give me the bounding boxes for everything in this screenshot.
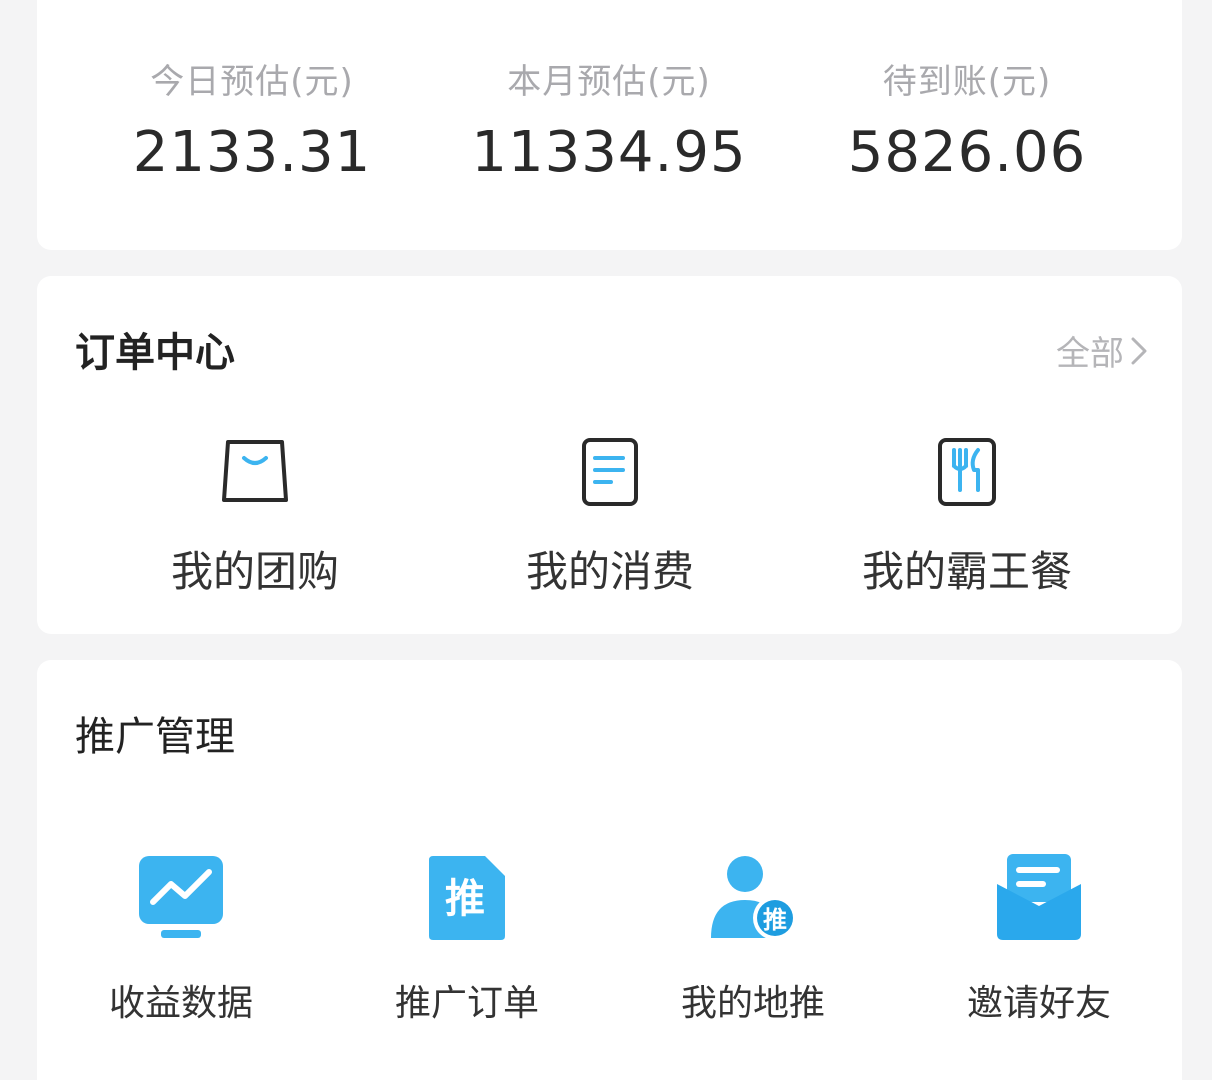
order-item-label: 我的团购 bbox=[170, 547, 339, 596]
invite-card-icon bbox=[997, 854, 1081, 940]
order-item-consumption[interactable]: 我的消费 bbox=[460, 436, 760, 596]
earnings-card: 今日预估(元) 2133.31 本月预估(元) 11334.95 待到账(元) … bbox=[37, 0, 1182, 250]
utensils-icon bbox=[938, 438, 996, 506]
promo-item-label: 邀请好友 bbox=[966, 983, 1111, 1024]
promo-item-label: 推广订单 bbox=[394, 983, 539, 1024]
promo-item-earnings-data[interactable]: 收益数据 bbox=[61, 850, 301, 1030]
order-item-label: 我的消费 bbox=[525, 547, 694, 596]
promo-item-label: 收益数据 bbox=[108, 983, 253, 1024]
receipt-icon bbox=[582, 438, 638, 506]
svg-text:推: 推 bbox=[763, 906, 787, 934]
svg-text:推: 推 bbox=[445, 876, 485, 922]
stat-label: 今日预估(元) bbox=[150, 62, 354, 102]
promo-item-invite-friends[interactable]: 邀请好友 bbox=[919, 850, 1159, 1030]
view-all-orders-link[interactable]: 全部 bbox=[1056, 326, 1148, 375]
promo-item-label: 我的地推 bbox=[680, 983, 825, 1024]
promotion-title: 推广管理 bbox=[75, 714, 235, 760]
stat-value: 5826.06 bbox=[847, 120, 1087, 185]
trend-chart-icon bbox=[139, 856, 223, 938]
order-center-title: 订单中心 bbox=[75, 330, 235, 376]
stat-value: 2133.31 bbox=[132, 120, 372, 185]
stat-label: 待到账(元) bbox=[882, 62, 1052, 102]
order-center-card: 订单中心 全部 我的团购 我的消费 我的霸王餐 bbox=[37, 276, 1182, 634]
chevron-right-icon bbox=[1131, 337, 1147, 364]
page: 今日预估(元) 2133.31 本月预估(元) 11334.95 待到账(元) … bbox=[0, 0, 1212, 1080]
order-item-free-meal[interactable]: 我的霸王餐 bbox=[817, 436, 1117, 596]
order-item-group-buy[interactable]: 我的团购 bbox=[105, 436, 405, 596]
promo-item-promo-orders[interactable]: 推 推广订单 bbox=[347, 850, 587, 1030]
promo-order-icon: 推 bbox=[429, 856, 505, 940]
stat-label: 本月预估(元) bbox=[507, 62, 711, 102]
order-item-label: 我的霸王餐 bbox=[861, 547, 1072, 596]
promo-item-my-ground-promo[interactable]: 推 我的地推 bbox=[633, 850, 873, 1030]
stat-value: 11334.95 bbox=[471, 120, 747, 185]
promoter-user-icon: 推 bbox=[711, 856, 797, 940]
view-all-label: 全部 bbox=[1056, 334, 1124, 374]
promotion-card: 推广管理 收益数据 推 推广订单 推 我的地推 邀请好友 bbox=[37, 660, 1182, 1080]
shopping-bag-icon bbox=[222, 440, 288, 502]
